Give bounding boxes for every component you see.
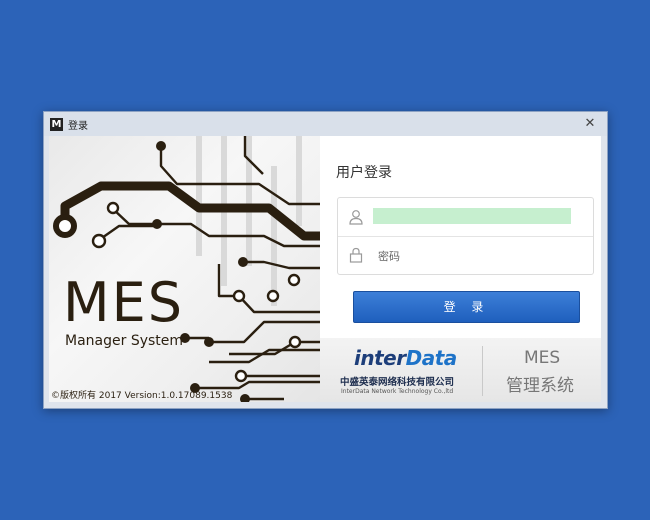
brand-part-2: Data — [405, 346, 458, 370]
lock-icon — [349, 247, 363, 263]
title-bar[interactable]: M 登录 ✕ — [44, 112, 607, 136]
password-input[interactable] — [376, 247, 580, 265]
circuit-illustration — [53, 136, 320, 402]
username-input[interactable] — [373, 208, 571, 224]
login-form — [337, 197, 594, 275]
login-panel: 用户登录 登 录 interData 中盛英泰网络科技有限公司 InterDat… — [320, 136, 601, 402]
user-icon — [349, 210, 363, 225]
logo-subtitle: Manager System — [65, 333, 184, 349]
company-name-cn: 中盛英泰网络科技有限公司 — [340, 377, 455, 388]
login-title: 用户登录 — [336, 165, 392, 181]
login-button[interactable]: 登 录 — [353, 291, 580, 323]
product-name-line1: MES — [524, 348, 561, 368]
app-icon: M — [50, 118, 63, 131]
brand-part-1: inter — [354, 346, 406, 370]
company-name-en: InterData Network Technology Co.,ltd — [341, 388, 454, 395]
brand-panel: MES Manager System ©版权所有 2017 Version:1.… — [49, 136, 320, 402]
company-logo: interData — [354, 346, 457, 370]
username-row — [338, 198, 593, 237]
login-window: M 登录 ✕ MES Manager System ©版权所有 2017 Ver… — [43, 111, 608, 409]
close-icon[interactable]: ✕ — [583, 117, 597, 131]
brand-footer: interData 中盛英泰网络科技有限公司 InterData Network… — [320, 338, 601, 402]
password-row — [338, 236, 593, 274]
logo-title: MES — [63, 271, 184, 334]
window-title: 登录 — [68, 121, 88, 132]
copyright-text: ©版权所有 2017 Version:1.0.17089.1538 — [51, 391, 233, 401]
product-name-line2: 管理系统 — [506, 376, 574, 396]
footer-divider — [482, 346, 483, 396]
